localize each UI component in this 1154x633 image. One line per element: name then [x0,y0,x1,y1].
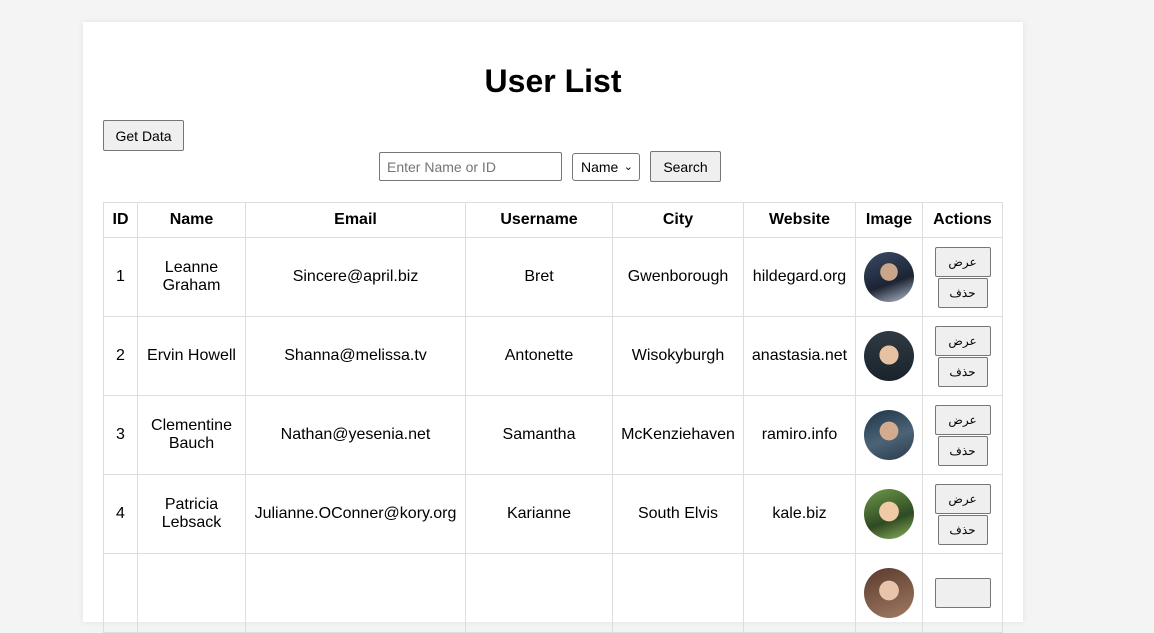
cell-username [465,553,613,633]
cell-email: Nathan@yesenia.net [245,395,466,475]
user-photo-icon [864,568,914,618]
cell-email: Shanna@melissa.tv [245,316,466,396]
view-button[interactable]: عرض [934,325,991,356]
page-title: User List [484,63,622,99]
delete-button[interactable]: حذف [937,356,988,387]
user-photo-icon [864,410,914,460]
cell-actions: عرض حذف [922,237,1003,317]
cell-id: 1 [103,237,138,317]
table-row: 1 Leanne Graham Sincere@april.biz Bret G… [103,237,1003,317]
table-header-row: ID Name Email Username City Website Imag… [103,202,1003,238]
cell-name: Leanne Graham [137,237,246,317]
cell-email: Julianne.OConner@kory.org [245,474,466,554]
view-button[interactable]: عرض [934,246,991,277]
delete-button[interactable]: حذف [937,435,988,466]
column-header-image: Image [855,202,923,238]
cell-image [855,474,923,554]
cell-website: hildegard.org [743,237,856,317]
cell-image [855,237,923,317]
column-header-email: Email [245,202,466,238]
cell-actions: عرض حذف [922,316,1003,396]
search-field-select[interactable]: Name ⌄ [572,153,640,181]
table-row: 2 Ervin Howell Shanna@melissa.tv Antonet… [103,316,1003,396]
user-photo-icon [864,489,914,539]
cell-website: ramiro.info [743,395,856,475]
table-row: 3 Clementine Bauch Nathan@yesenia.net Sa… [103,395,1003,475]
cell-actions [922,553,1003,633]
search-field-selected: Name [581,159,619,175]
cell-name [137,553,246,633]
cell-id: 2 [103,316,138,396]
view-button[interactable]: عرض [934,404,991,435]
cell-image [855,553,923,633]
cell-website [743,553,856,633]
cell-id [103,553,138,633]
view-button[interactable] [934,578,991,608]
column-header-username: Username [465,202,613,238]
cell-name: Ervin Howell [137,316,246,396]
cell-city: McKenziehaven [612,395,744,475]
cell-city [612,553,744,633]
column-header-website: Website [743,202,856,238]
column-header-city: City [612,202,744,238]
user-photo-icon [864,252,914,302]
cell-username: Samantha [465,395,613,475]
cell-email [245,553,466,633]
users-table: ID Name Email Username City Website Imag… [103,202,1003,633]
user-list-card: User List Get Data Name ⌄ Search ID Name… [83,22,1023,633]
user-photo-icon [864,331,914,381]
cell-email: Sincere@april.biz [245,237,466,317]
cell-city: South Elvis [612,474,744,554]
cell-id: 4 [103,474,138,554]
search-input[interactable] [379,152,562,181]
cell-id: 3 [103,395,138,475]
cell-username: Karianne [465,474,613,554]
delete-button[interactable]: حذف [937,514,988,545]
delete-button[interactable]: حذف [937,277,988,308]
table-row [103,553,1003,633]
cell-actions: عرض حذف [922,395,1003,475]
search-button[interactable]: Search [650,151,721,182]
cell-website: anastasia.net [743,316,856,396]
cell-actions: عرض حذف [922,474,1003,554]
cell-city: Gwenborough [612,237,744,317]
cell-username: Antonette [465,316,613,396]
view-button[interactable]: عرض [934,483,991,514]
chevron-down-icon: ⌄ [623,161,633,173]
cell-name: Clementine Bauch [137,395,246,475]
cell-username: Bret [465,237,613,317]
column-header-id: ID [103,202,138,238]
cell-name: Patricia Lebsack [137,474,246,554]
column-header-name: Name [137,202,246,238]
table-row: 4 Patricia Lebsack Julianne.OConner@kory… [103,474,1003,554]
cell-website: kale.biz [743,474,856,554]
column-header-actions: Actions [922,202,1003,238]
cell-image [855,395,923,475]
cell-city: Wisokyburgh [612,316,744,396]
get-data-button[interactable]: Get Data [103,120,184,151]
cell-image [855,316,923,396]
